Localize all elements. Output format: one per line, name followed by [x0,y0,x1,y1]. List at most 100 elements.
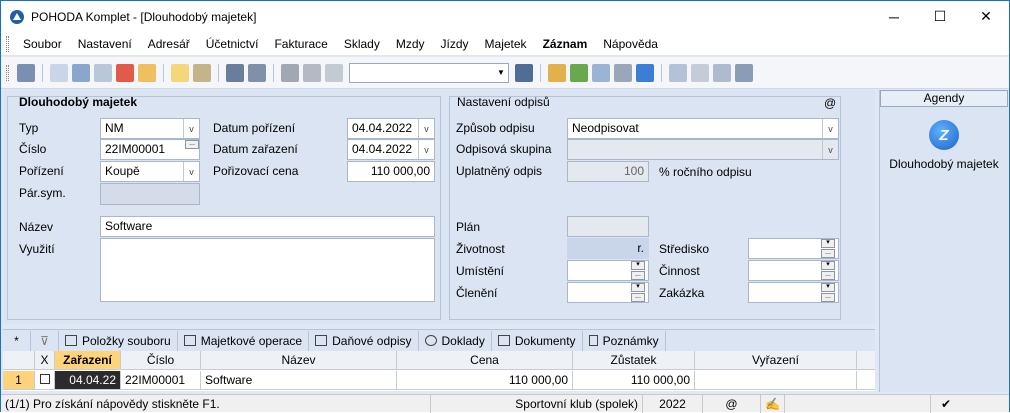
cleneni-dropdown-button[interactable]: ▾ [631,283,645,292]
zivotnost-field[interactable]: r. [567,238,649,259]
table-icon[interactable] [592,63,610,82]
zpusob-field[interactable]: Neodpisovat v [567,118,839,139]
vyuziti-textarea[interactable] [100,238,435,302]
menu-ucetnictvi[interactable]: Účetnictví [198,37,267,51]
chevron-down-icon[interactable]: v [183,119,199,138]
money-icon[interactable] [570,63,588,82]
print-icon[interactable] [72,63,90,82]
signature-icon[interactable]: ✍ [761,394,785,413]
back-arrow-icon[interactable] [226,63,244,82]
tab-doklady[interactable]: Doklady [419,330,492,351]
cell-vyrazeni[interactable] [695,371,857,390]
porizovaci-cena-field[interactable]: 110 000,00 [347,161,435,182]
col-zustatek[interactable]: Zůstatek [573,351,695,370]
list-icon[interactable] [669,63,687,82]
close-button[interactable]: ✕ [963,1,1009,32]
settings-gear-icon[interactable] [248,63,266,82]
tab-new-record[interactable]: * [3,330,31,351]
menu-fakturace[interactable]: Fakturace [266,37,335,51]
uplatneny-field[interactable]: 100 [567,161,649,182]
print-preview-icon[interactable] [94,63,112,82]
agenda-item-label[interactable]: Dlouhodobý majetek [880,157,1008,171]
datum-porizeni-field[interactable]: 04.04.2022 v [347,118,435,139]
majetek-agenda-icon[interactable]: Z [929,120,959,150]
chevron-down-icon[interactable]: ▼ [494,64,508,82]
menu-sklady[interactable]: Sklady [336,37,388,51]
tab-filter[interactable]: ⊽ [31,330,59,351]
edit-icon[interactable] [193,63,211,82]
col-nazev[interactable]: Název [201,351,397,370]
document-icon[interactable] [691,63,709,82]
col-cislo[interactable]: Číslo [121,351,201,370]
menu-napoveda[interactable]: Nápověda [595,37,666,51]
col-x[interactable]: X [35,351,55,370]
tab-danove-odpisy[interactable]: Daňové odpisy [309,330,419,351]
tab-polozky-souboru[interactable]: Položky souboru [59,330,178,351]
menu-nastaveni[interactable]: Nastavení [70,37,140,51]
scroll-up-icon[interactable] [857,351,875,370]
maximize-button[interactable]: ☐ [917,1,963,32]
col-zarazeni[interactable]: Zařazení [55,351,121,370]
calculator-icon[interactable] [614,63,632,82]
zakazka-dropdown-button[interactable]: ▾ [821,283,835,292]
cleneni-lookup-button[interactable]: ... [631,293,645,302]
stredisko-dropdown-button[interactable]: ▾ [821,239,835,248]
stredisko-lookup-button[interactable]: ... [821,249,835,258]
cell-nazev[interactable]: Software [201,371,397,390]
menu-majetek[interactable]: Majetek [477,37,535,51]
tab-poznamky[interactable]: Poznámky [583,330,666,351]
plan-field[interactable] [567,216,649,237]
agendy-header[interactable]: Agendy [880,90,1008,107]
copy-icon[interactable] [50,63,68,82]
chevron-down-icon[interactable]: v [418,140,434,159]
menu-soubor[interactable]: Soubor [15,37,70,51]
tab-majetkove-operace[interactable]: Majetkové operace [178,330,310,351]
nazev-field[interactable]: Software [100,216,435,237]
chevron-down-icon[interactable]: v [822,119,838,138]
export-icon[interactable] [138,63,156,82]
menu-zaznam[interactable]: Záznam [535,37,596,51]
umisteni-lookup-button[interactable]: ... [631,271,645,280]
filter-icon[interactable] [515,63,533,82]
new-record-icon[interactable] [171,63,189,82]
menu-adresar[interactable]: Adresář [140,37,198,51]
umisteni-dropdown-button[interactable]: ▾ [631,261,645,270]
iban-icon[interactable] [636,63,654,82]
menu-mzdy[interactable]: Mzdy [388,37,433,51]
menu-jizdy[interactable]: Jízdy [433,37,477,51]
col-vyrazeni[interactable]: Vyřazení [695,351,857,370]
duplicate-icon[interactable] [325,63,343,82]
datum-zarazeni-field[interactable]: 04.04.2022 v [347,139,435,160]
row-checkbox[interactable] [35,371,55,390]
zakazka-lookup-button[interactable]: ... [821,293,835,302]
chevron-down-icon[interactable]: v [183,162,199,181]
table-row[interactable]: 1 04.04.22 22IM00001 Software 110 000,00… [3,371,875,390]
lookup-button[interactable]: ... [185,140,199,149]
report-icon[interactable] [713,63,731,82]
checkmark-icon[interactable]: ✔ [931,395,961,413]
exit-icon[interactable] [17,63,35,82]
payment-icon[interactable] [548,63,566,82]
chevron-down-icon[interactable]: v [418,119,434,138]
chevron-down-icon[interactable]: v [822,140,838,159]
help-icon[interactable] [735,63,753,82]
cinnost-dropdown-button[interactable]: ▾ [821,261,835,270]
save-all-icon[interactable] [303,63,321,82]
save-icon[interactable] [281,63,299,82]
cell-cislo[interactable]: 22IM00001 [121,371,201,390]
porizeni-field[interactable]: Koupě v [100,161,200,182]
minimize-button[interactable]: ─ [871,1,917,32]
tab-dokumenty[interactable]: Dokumenty [492,330,583,351]
skupina-field[interactable]: v [567,139,839,160]
cell-cena[interactable]: 110 000,00 [397,371,573,390]
typ-field[interactable]: NM v [100,118,200,139]
quick-search-combo[interactable]: ▼ [349,62,509,83]
cinnost-lookup-button[interactable]: ... [821,271,835,280]
cell-zarazeni[interactable]: 04.04.22 [55,371,121,390]
col-cena[interactable]: Cena [397,351,573,370]
zivotnost-suffix: r. [637,241,644,255]
pdf-icon[interactable] [116,63,134,82]
cell-zustatek[interactable]: 110 000,00 [573,371,695,390]
parsym-field[interactable] [100,183,200,205]
scroll-down-icon[interactable] [857,371,875,390]
